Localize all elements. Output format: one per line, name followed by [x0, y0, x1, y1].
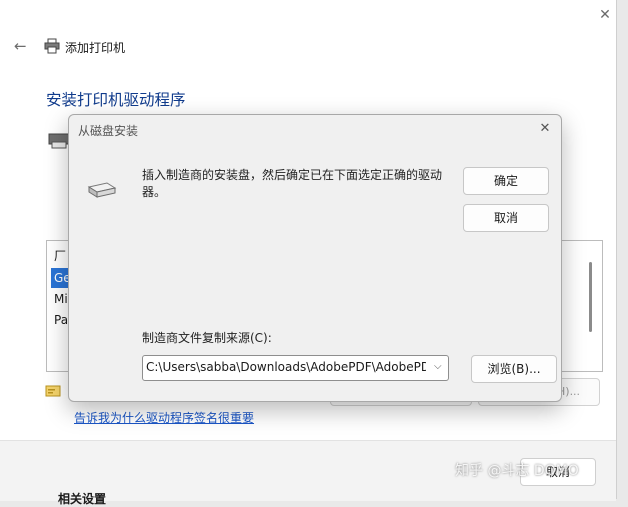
cancel-button[interactable]: 取消 [463, 204, 549, 232]
list-item[interactable]: Pa [54, 313, 68, 327]
close-icon[interactable]: ✕ [537, 121, 553, 137]
install-from-disk-dialog: 从磁盘安装 ✕ 插入制造商的安装盘，然后确定已在下面选定正确的驱动器。 确定 取… [68, 114, 562, 402]
source-path-combobox[interactable]: ⌵ [142, 355, 449, 381]
source-path-input[interactable] [146, 358, 426, 376]
page-title: 安装打印机驱动程序 [46, 91, 186, 109]
ok-button[interactable]: 确定 [463, 167, 549, 195]
driver-signing-link[interactable]: 告诉我为什么驱动程序签名很重要 [74, 409, 254, 426]
dialog-message: 插入制造商的安装盘，然后确定已在下面选定正确的驱动器。 [142, 168, 443, 199]
watermark: 知乎 @斗志 DOMO [455, 463, 579, 479]
browse-button[interactable]: 浏览(B)... [471, 355, 557, 383]
list-item[interactable]: 厂 [54, 247, 66, 264]
printer-icon [48, 133, 70, 149]
source-label: 制造商文件复制来源(C): [142, 331, 272, 345]
chevron-down-icon[interactable]: ⌵ [434, 361, 444, 373]
list-scrollbar[interactable] [589, 262, 592, 332]
certificate-icon [45, 385, 61, 397]
printer-icon [44, 38, 60, 54]
close-icon[interactable]: ✕ [596, 6, 614, 24]
dialog-title: 从磁盘安装 [78, 124, 139, 138]
disk-drive-icon [87, 182, 117, 198]
wizard-title: 添加打印机 [65, 41, 126, 55]
back-arrow-icon[interactable]: ← [14, 38, 30, 54]
list-item[interactable]: Mi [54, 292, 68, 306]
